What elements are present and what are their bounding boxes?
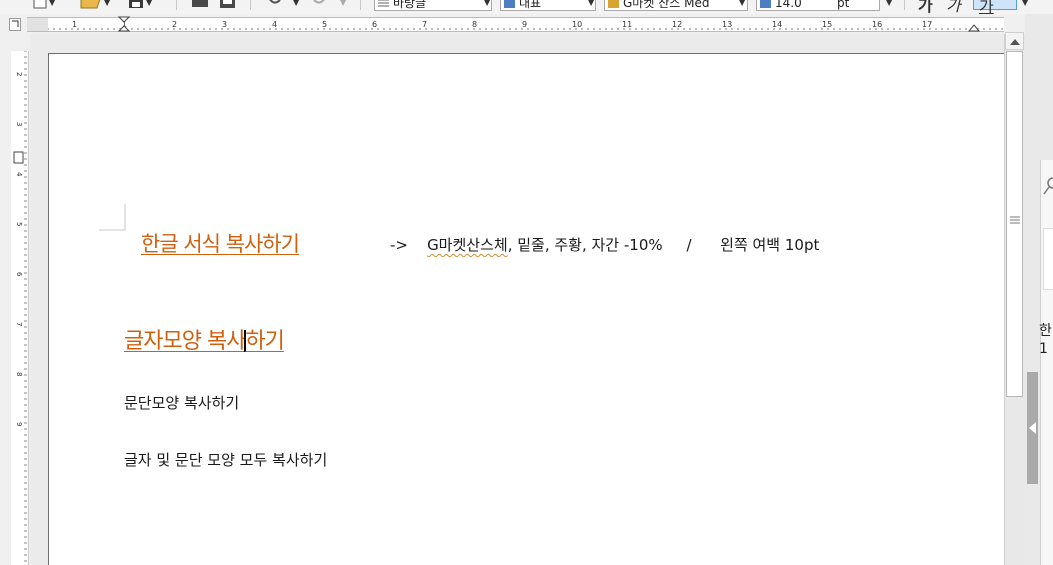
vertical-ruler-number: 3: [15, 122, 23, 126]
separator-slash: /: [686, 236, 692, 254]
ruler-number: 12: [672, 20, 682, 29]
open-folder-icon[interactable]: [80, 0, 102, 10]
save-icon[interactable]: [128, 0, 144, 10]
ruler-number: 10: [572, 20, 582, 29]
panel-thumbnail[interactable]: [1043, 228, 1053, 290]
grip-icon: [1010, 216, 1020, 224]
scrollbar-thumb[interactable]: [1006, 51, 1023, 397]
ruler-number: 7: [422, 20, 427, 29]
ruler-number: 11: [622, 20, 632, 29]
new-document-icon[interactable]: [33, 0, 47, 10]
heading-char-shape-copy-b: 하기: [245, 329, 284, 354]
ruler-number: 2: [172, 20, 177, 29]
ruler-number: 16: [872, 20, 882, 29]
vertical-ruler-number: 2: [15, 72, 23, 76]
style-dropdown-icon[interactable]: ▼: [484, 0, 490, 7]
redo-dropdown-icon[interactable]: ▼: [340, 0, 346, 7]
language-icon: [504, 0, 515, 8]
vertical-ruler-number: 5: [15, 222, 23, 226]
left-margin-text: 왼쪽 여백 10pt: [720, 236, 820, 254]
redo-icon[interactable]: [312, 0, 328, 10]
font-value: G마켓 산스 Med: [623, 0, 710, 10]
side-panel-toggle[interactable]: [1027, 372, 1038, 484]
font-name-misspelled: G마켓산스체: [427, 236, 508, 254]
underline-button[interactable]: 가: [973, 0, 1017, 14]
format-attributes: , 밑줄, 주황, 자간 -10%: [507, 236, 663, 254]
horizontal-ruler[interactable]: 1 1 2 3 4 5 6 7 8 9 10 11 12 13 14 15 16 17: [48, 17, 1004, 32]
open-dropdown-icon[interactable]: ▼: [104, 0, 110, 7]
panel-char-2: 1: [1039, 341, 1048, 357]
horizontal-ruler-margin: [27, 17, 48, 32]
vertical-ruler-number: 8: [15, 372, 23, 376]
vertical-ruler-number: 4: [15, 172, 23, 177]
ruler-number: 3: [222, 20, 227, 29]
vertical-ruler-number: 7: [15, 322, 23, 326]
style-select[interactable]: 바탕글: [374, 0, 492, 11]
font-select[interactable]: G마켓 산스 Med: [604, 0, 748, 11]
ruler-number: 9: [522, 20, 527, 29]
corner-icon: [12, 20, 19, 27]
language-value: 대표: [519, 0, 542, 10]
line-2[interactable]: 글자모양 복사하기: [124, 323, 285, 355]
font-size-select[interactable]: 14.0 pt: [756, 0, 880, 11]
language-select[interactable]: 대표: [500, 0, 596, 11]
collapse-left-icon: [1029, 422, 1036, 434]
ruler-number: 17: [922, 20, 932, 29]
underline-dropdown-icon[interactable]: ▼: [1022, 0, 1028, 7]
arrow-text: ->: [390, 236, 408, 254]
font-icon: [608, 0, 619, 8]
ruler-number: 1: [72, 20, 77, 29]
ruler-number: 14: [772, 20, 782, 29]
font-size-unit: pt: [837, 0, 850, 10]
font-size-icon: [760, 0, 771, 8]
side-panel-strip: 한 1: [1039, 160, 1053, 565]
arrow-up-icon: [1010, 39, 1020, 45]
undo-icon[interactable]: [266, 0, 282, 10]
ruler-number: 4: [272, 20, 277, 29]
vertical-ruler-number: 6: [15, 272, 23, 277]
font-dropdown-icon[interactable]: ▼: [739, 0, 745, 7]
ruler-number: 8: [472, 20, 477, 29]
vertical-ruler-ticks: 2 3 4 5 6 7 8 9: [15, 51, 27, 562]
format-note[interactable]: -> G마켓산스체, 밑줄, 주황, 자간 -10% / 왼쪽 여백 10pt: [390, 234, 819, 255]
save-dropdown-icon[interactable]: ▼: [146, 0, 152, 7]
document-page[interactable]: 한글 서식 복사하기 -> G마켓산스체, 밑줄, 주황, 자간 -10% / …: [48, 53, 1004, 565]
scroll-up-button[interactable]: [1005, 32, 1024, 50]
font-size-value: 14.0: [775, 0, 802, 10]
heading-char-shape-copy-a: 글자모양 복사: [124, 329, 246, 354]
heading-hangul-format-copy: 한글 서식 복사하기: [141, 232, 300, 256]
ruler-ticks: 1 1 2 3 4 5 6 7 8 9 10 11 12 13 14 15 16 17: [48, 20, 1003, 30]
panel-char-1: 한: [1039, 323, 1052, 339]
page-corner-mark: [99, 204, 126, 231]
bold-button[interactable]: 가: [918, 0, 933, 14]
line-1[interactable]: 한글 서식 복사하기: [141, 228, 300, 258]
ruler-number: 5: [322, 20, 327, 29]
undo-dropdown-icon[interactable]: ▼: [293, 0, 299, 7]
indent-marker-icon[interactable]: [118, 16, 130, 32]
ruler-toggle-button[interactable]: [9, 18, 21, 31]
underline-label: 가: [979, 0, 994, 14]
ruler-number: 6: [372, 20, 377, 29]
vertical-margin-marker-icon[interactable]: [12, 151, 26, 165]
right-margin-marker-icon[interactable]: [968, 16, 980, 32]
ruler-number: 15: [822, 20, 832, 29]
search-icon[interactable]: [1043, 176, 1053, 198]
new-dropdown-icon[interactable]: ▼: [49, 0, 55, 7]
line-4[interactable]: 글자 및 문단 모양 모두 복사하기: [124, 449, 327, 470]
italic-button[interactable]: 가: [946, 0, 961, 14]
vertical-ruler-number: 9: [15, 422, 23, 426]
style-value: 바탕글: [393, 0, 427, 10]
paragraph-style-icon: [378, 0, 389, 7]
print-icon[interactable]: [190, 0, 210, 10]
line-3[interactable]: 문단모양 복사하기: [124, 392, 239, 413]
ruler-number: 13: [722, 20, 732, 29]
print-preview-icon[interactable]: [218, 0, 238, 10]
vertical-ruler[interactable]: 2 3 4 5 6 7 8 9: [11, 51, 29, 565]
formatting-toolbar: ▼ ▼ ▼ ▼ ▼ 바탕글 ▼ 대표 ▼ G마켓 산스 Med ▼ 14.0 p…: [0, 0, 1053, 14]
language-dropdown-icon[interactable]: ▼: [588, 0, 594, 7]
font-size-spinner-icon[interactable]: ▼: [886, 0, 892, 7]
